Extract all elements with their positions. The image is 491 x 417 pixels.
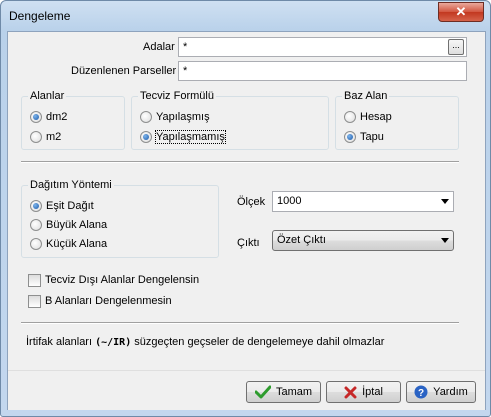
dagitim-option-esit[interactable]: Eşit Dağıt (30, 198, 94, 214)
dagitim-option-label: Küçük Alana (46, 238, 108, 250)
close-icon: ✕ (455, 4, 467, 19)
dialog-body: Adalar * ... Düzenlenen Parseller * Alan… (7, 31, 486, 410)
radio-button[interactable] (140, 111, 152, 123)
radio-button[interactable] (344, 131, 356, 143)
radio-button[interactable] (30, 219, 42, 231)
radio-button[interactable] (344, 111, 356, 123)
dagitim-option-buyuk[interactable]: Büyük Alana (30, 217, 107, 233)
olcek-value: 1000 (277, 195, 302, 207)
chevron-down-icon[interactable] (441, 238, 449, 243)
cancel-label: İptal (362, 386, 383, 398)
dagitim-option-label: Büyük Alana (46, 219, 108, 231)
baz-option-hesap[interactable]: Hesap (344, 109, 392, 125)
olcek-label: Ölçek (237, 196, 266, 208)
tecviz-option-yapilasmamis[interactable]: Yapılaşmamış (140, 129, 226, 145)
dagitim-caption: Dağıtım Yöntemi (28, 179, 114, 192)
help-button[interactable]: ? Yardım (406, 381, 476, 403)
alanlar-option-label: dm2 (46, 111, 68, 123)
info-suffix: süzgeçten geçseler de dengelemeye dahil … (131, 336, 385, 348)
alanlar-caption: Alanlar (28, 90, 67, 103)
tecviz-caption: Tecviz Formülü (138, 90, 216, 103)
radio-button[interactable] (30, 111, 42, 123)
radio-button[interactable] (30, 200, 42, 212)
radio-button[interactable] (30, 238, 42, 250)
dagitim-option-kucuk[interactable]: Küçük Alana (30, 236, 107, 252)
separator (21, 161, 459, 163)
cikti-label: Çıktı (237, 237, 260, 249)
adalar-label: Adalar (143, 41, 175, 53)
tecviz-disi-label: Tecviz Dışı Alanlar Dengelensin (45, 274, 200, 286)
tecviz-group: Tecviz Formülü Yapılaşmış Yapılaşmamış (131, 90, 329, 150)
tecviz-disi-checkbox[interactable] (28, 273, 41, 287)
tecviz-disi-checkbox-row[interactable]: Tecviz Dışı Alanlar Dengelensin (28, 272, 199, 288)
title-bar: Dengeleme ✕ (1, 1, 490, 31)
b-alanlari-label: B Alanları Dengelenmesin (45, 295, 172, 307)
adalar-input[interactable]: * (178, 37, 467, 57)
ok-label: Tamam (275, 386, 313, 398)
separator (21, 322, 459, 324)
ok-button[interactable]: Tamam (246, 381, 321, 403)
b-alanlari-checkbox[interactable] (28, 294, 41, 308)
cikti-value: Özet Çıktı (277, 234, 326, 246)
tecviz-option-yapilasmis[interactable]: Yapılaşmış (140, 109, 210, 125)
info-prefix: İrtifak alanları (26, 336, 96, 348)
adalar-browse-button[interactable]: ... (448, 39, 464, 55)
alanlar-option-m2[interactable]: m2 (30, 129, 61, 145)
check-icon (254, 385, 271, 399)
parseller-label: Düzenlenen Parseller (71, 65, 177, 77)
cikti-combo[interactable]: Özet Çıktı (272, 230, 454, 251)
tecviz-option-label: Yapılaşmamış (155, 130, 226, 144)
x-icon (344, 386, 357, 399)
button-bar: Tamam İptal ? Yardım (8, 370, 485, 410)
window-title: Dengeleme (9, 9, 71, 23)
info-code: (~/IR) (95, 337, 132, 348)
baz-option-label: Tapu (360, 131, 384, 143)
b-alanlari-checkbox-row[interactable]: B Alanları Dengelenmesin (28, 293, 172, 309)
alanlar-option-label: m2 (46, 131, 62, 143)
baz-option-tapu[interactable]: Tapu (344, 129, 384, 145)
baz-alan-group: Baz Alan Hesap Tapu (335, 90, 459, 150)
alanlar-group: Alanlar dm2 m2 (21, 90, 125, 150)
dagitim-option-label: Eşit Dağıt (46, 200, 94, 212)
baz-option-label: Hesap (360, 111, 392, 123)
chevron-down-icon[interactable] (441, 199, 449, 204)
dialog-window: Dengeleme ✕ Adalar * ... Düzenlenen Pars… (0, 0, 491, 417)
radio-button[interactable] (140, 131, 152, 143)
svg-text:?: ? (418, 388, 424, 399)
parseller-input[interactable]: * (178, 61, 467, 81)
cancel-button[interactable]: İptal (326, 381, 401, 403)
baz-alan-caption: Baz Alan (342, 90, 390, 103)
olcek-combo[interactable]: 1000 (272, 191, 454, 212)
close-button[interactable]: ✕ (438, 2, 484, 22)
alanlar-option-dm2[interactable]: dm2 (30, 109, 67, 125)
help-label: Yardım (433, 386, 468, 398)
tecviz-option-label: Yapılaşmış (156, 111, 210, 123)
info-text: İrtifak alanları (~/IR) süzgeçten geçsel… (26, 336, 384, 348)
help-icon: ? (414, 385, 428, 399)
radio-button[interactable] (30, 131, 42, 143)
dagitim-group: Dağıtım Yöntemi Eşit Dağıt Büyük Alana K… (21, 179, 219, 258)
